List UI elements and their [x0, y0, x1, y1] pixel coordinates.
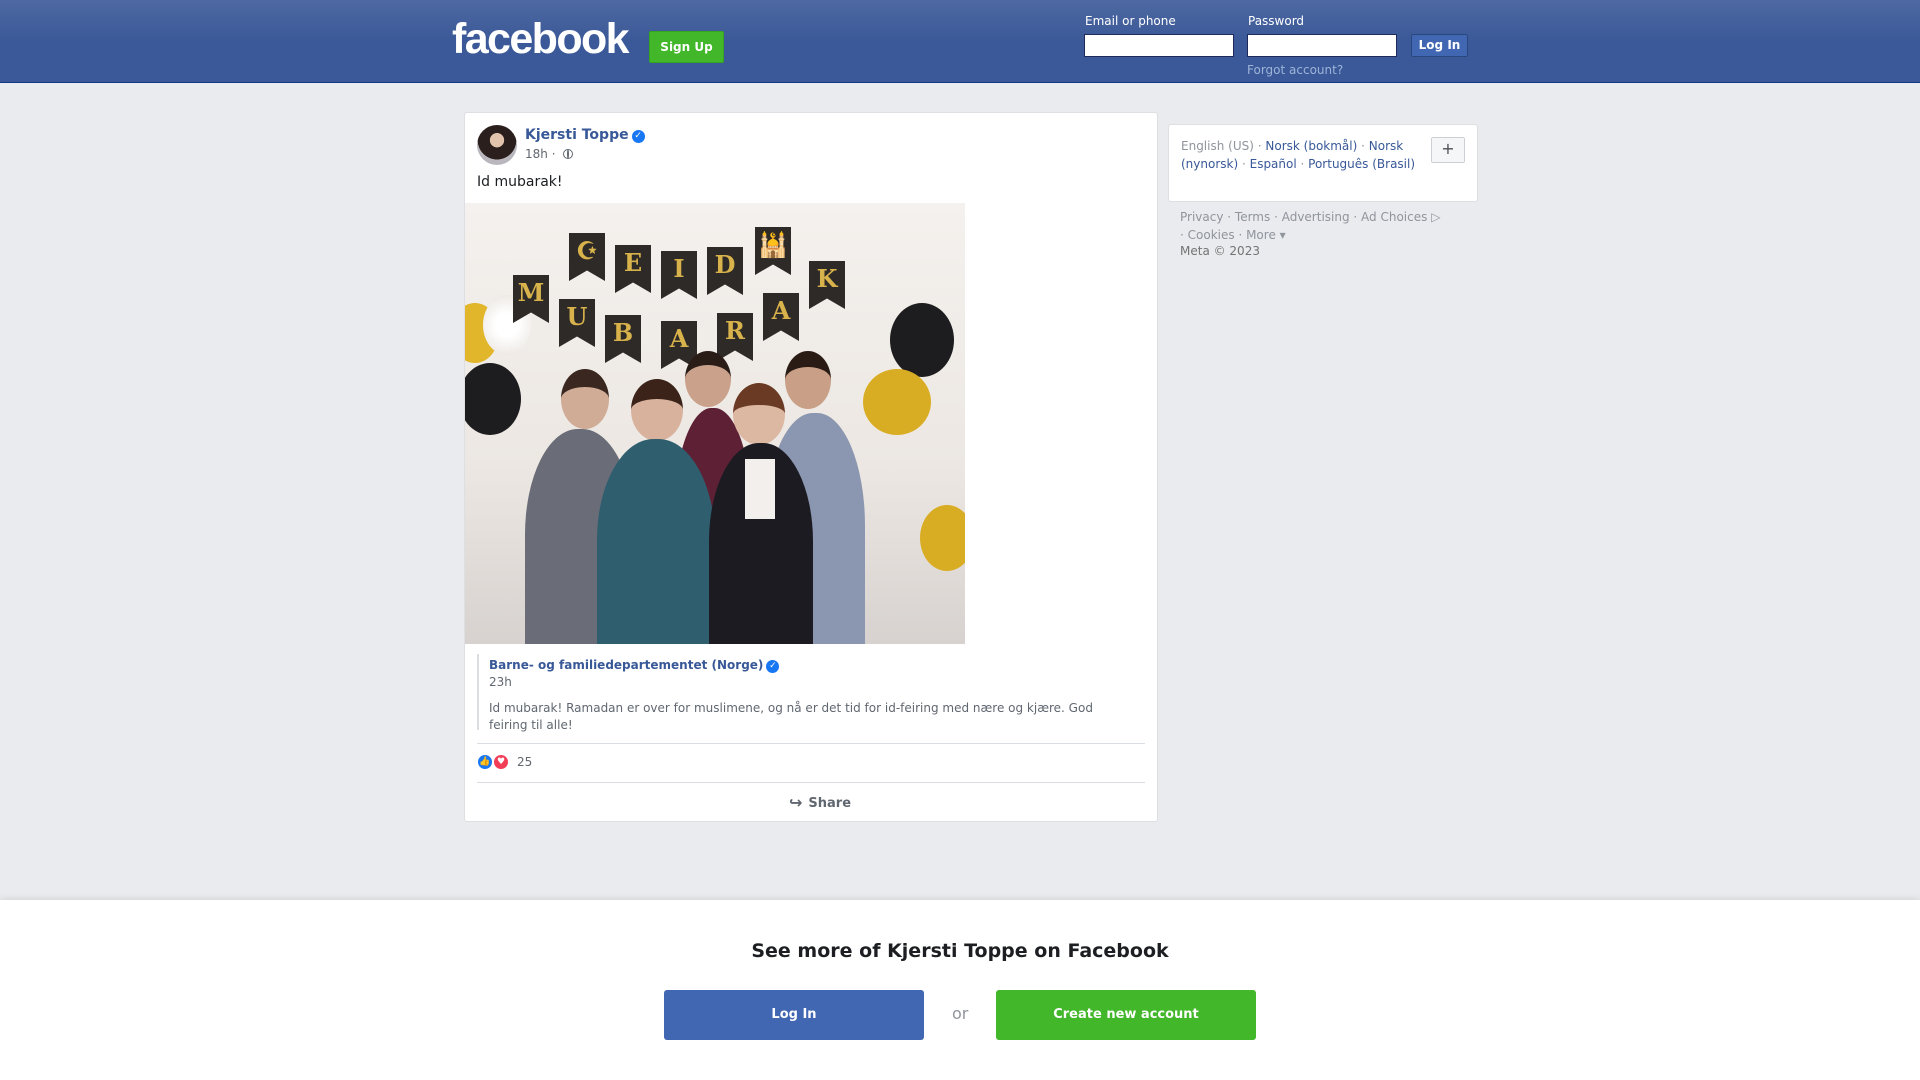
signup-button[interactable]: Sign Up [649, 31, 724, 63]
ad-choices-icon: ▷ [1427, 210, 1441, 224]
sheet-title: See more of Kjersti Toppe on Facebook [751, 940, 1169, 962]
post-card: Kjersti Toppe ✓ 18h · Id mubarak! ☪ E I D… [464, 112, 1158, 822]
balloon-gold [920, 505, 965, 571]
email-label: Email or phone [1085, 14, 1176, 28]
banner-flag: D [707, 247, 743, 295]
share-button[interactable]: ↪ Share [789, 793, 851, 812]
footer-link-cookies[interactable]: Cookies [1188, 228, 1235, 242]
balloon-black [890, 303, 954, 377]
post-photo[interactable]: ☪ E I D 🕌 M U B A R A K [465, 203, 965, 644]
meta-separator: · [551, 147, 556, 161]
language-list: English (US) · Norsk (bokmål) · Norsk (n… [1181, 139, 1416, 171]
footer-links: Privacy · Terms · Advertising · Ad Choic… [1180, 210, 1441, 242]
language-current: English (US) [1181, 139, 1254, 153]
person-head [785, 351, 831, 409]
verified-badge-icon: ✓ [766, 660, 780, 673]
public-globe-icon [563, 149, 574, 159]
more-languages-button[interactable]: + [1431, 137, 1465, 163]
person [597, 439, 715, 644]
shared-post[interactable]: Barne- og familiedepartementet (Norge) ✓ … [477, 654, 1137, 732]
banner-flag: M [513, 275, 549, 323]
divider [477, 782, 1145, 783]
footer-link-terms[interactable]: Terms [1235, 210, 1270, 224]
post-timestamp[interactable]: 18h [525, 147, 548, 161]
footer-link-ad-choices[interactable]: Ad Choices [1361, 210, 1427, 224]
person-head [631, 379, 683, 441]
password-label: Password [1248, 14, 1305, 28]
divider [477, 743, 1145, 744]
login-prompt-sheet: See more of Kjersti Toppe on Facebook Lo… [0, 900, 1920, 1080]
email-field[interactable] [1084, 34, 1234, 57]
avatar[interactable] [477, 125, 517, 165]
verified-badge-icon: ✓ [631, 130, 645, 143]
person-head [685, 351, 731, 407]
balloon-gold [863, 369, 931, 435]
share-icon: ↪ [789, 793, 803, 812]
banner-flag: U [559, 299, 595, 347]
footer-link-more[interactable]: More [1246, 228, 1276, 242]
facebook-logo[interactable]: facebook [452, 18, 630, 61]
footer-link-privacy[interactable]: Privacy [1180, 210, 1223, 224]
footer-link-advertising[interactable]: Advertising [1282, 210, 1350, 224]
top-bar: facebook Sign Up Email or phone Password… [0, 0, 1920, 83]
reaction-count: 25 [517, 755, 533, 769]
post-author[interactable]: Kjersti Toppe ✓ [525, 127, 645, 143]
banner-flag: R [717, 313, 753, 361]
language-link-norsk-bokmal[interactable]: Norsk (bokmål) [1265, 139, 1357, 153]
banner-flag: B [605, 315, 641, 363]
like-reaction-icon: 👍 [477, 754, 493, 770]
language-link-portugues[interactable]: Português (Brasil) [1308, 157, 1415, 171]
shared-author[interactable]: Barne- og familiedepartementet (Norge) ✓ [489, 658, 1137, 673]
banner-flag: 🕌 [755, 227, 791, 275]
login-button-header[interactable]: Log In [1411, 34, 1468, 57]
banner-flag: K [809, 261, 845, 309]
or-separator: or [952, 1004, 969, 1023]
love-reaction-icon: ♥ [493, 754, 509, 770]
banner-flag: A [763, 293, 799, 341]
more-dropdown-icon: ▾ [1275, 228, 1286, 242]
copyright: Meta © 2023 [1180, 244, 1260, 258]
shirt [745, 459, 775, 519]
login-button[interactable]: Log In [664, 990, 924, 1040]
person-head [733, 383, 785, 445]
post-meta: 18h · [525, 147, 574, 161]
forgot-account-link[interactable]: Forgot account? [1247, 63, 1343, 77]
password-field[interactable] [1247, 34, 1397, 57]
banner-flag: ☪ [569, 233, 605, 281]
share-label: Share [808, 796, 852, 811]
post-author-name[interactable]: Kjersti Toppe [525, 127, 629, 143]
balloon-black [465, 363, 521, 435]
language-link-espanol[interactable]: Español [1250, 157, 1297, 171]
person-head [561, 369, 609, 429]
shared-text: Id mubarak! Ramadan er over for muslimen… [489, 701, 1093, 732]
shared-author-name[interactable]: Barne- og familiedepartementet (Norge) [489, 658, 763, 672]
language-selector: English (US) · Norsk (bokmål) · Norsk (n… [1168, 124, 1478, 202]
create-account-button[interactable]: Create new account [996, 990, 1256, 1040]
post-text: Id mubarak! [477, 174, 563, 190]
shared-timestamp[interactable]: 23h [489, 675, 1137, 689]
banner-flag: I [661, 251, 697, 299]
banner-flag: E [615, 245, 651, 293]
